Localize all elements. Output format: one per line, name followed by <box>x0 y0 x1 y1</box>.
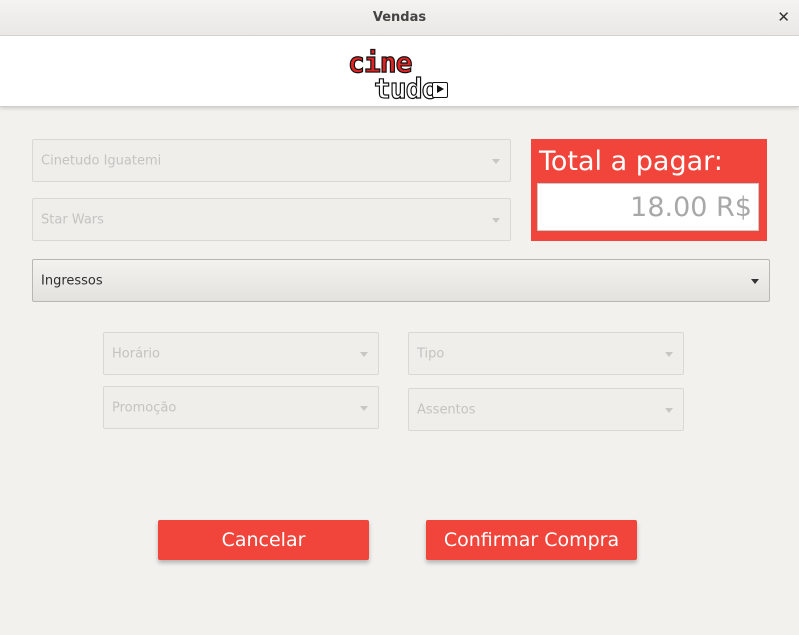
total-amount: 18.00 R$ <box>630 192 752 223</box>
cinema-select-value: Cinetudo Iguatemi <box>41 153 162 168</box>
chevron-down-icon <box>492 158 500 164</box>
total-amount-field: 18.00 R$ <box>537 183 759 231</box>
cancel-button[interactable]: Cancelar <box>158 520 369 560</box>
category-select-value: Ingressos <box>41 273 103 288</box>
chevron-down-icon <box>492 217 500 223</box>
category-select[interactable]: Ingressos <box>32 259 770 302</box>
chevron-down-icon <box>665 351 673 357</box>
movie-select-value: Star Wars <box>41 212 104 227</box>
title-bar: Vendas ✕ <box>0 0 799 36</box>
cinema-select[interactable]: Cinetudo Iguatemi <box>32 139 511 182</box>
horario-select[interactable]: Horário <box>103 332 379 375</box>
cinetudo-logo: cine tudo <box>347 48 454 105</box>
confirm-purchase-button[interactable]: Confirmar Compra <box>426 520 637 560</box>
chevron-down-icon <box>751 278 759 284</box>
chevron-down-icon <box>665 407 673 413</box>
assentos-select-value: Assentos <box>417 402 476 417</box>
horario-select-value: Horário <box>112 346 160 361</box>
window-title: Vendas <box>372 10 427 25</box>
movie-select[interactable]: Star Wars <box>32 198 511 241</box>
play-icon <box>432 82 448 98</box>
chevron-down-icon <box>360 405 368 411</box>
tipo-select[interactable]: Tipo <box>408 332 684 375</box>
total-label: Total a pagar: <box>539 146 723 177</box>
total-panel: Total a pagar: 18.00 R$ <box>531 139 767 241</box>
promocao-select-value: Promoção <box>112 400 177 415</box>
chevron-down-icon <box>360 351 368 357</box>
assentos-select[interactable]: Assentos <box>408 388 684 431</box>
tipo-select-value: Tipo <box>417 346 445 361</box>
promocao-select[interactable]: Promoção <box>103 386 379 429</box>
logo-word-tudo: tudo <box>373 72 439 105</box>
logo-header: cine tudo <box>0 36 799 107</box>
close-icon[interactable]: ✕ <box>777 8 790 26</box>
